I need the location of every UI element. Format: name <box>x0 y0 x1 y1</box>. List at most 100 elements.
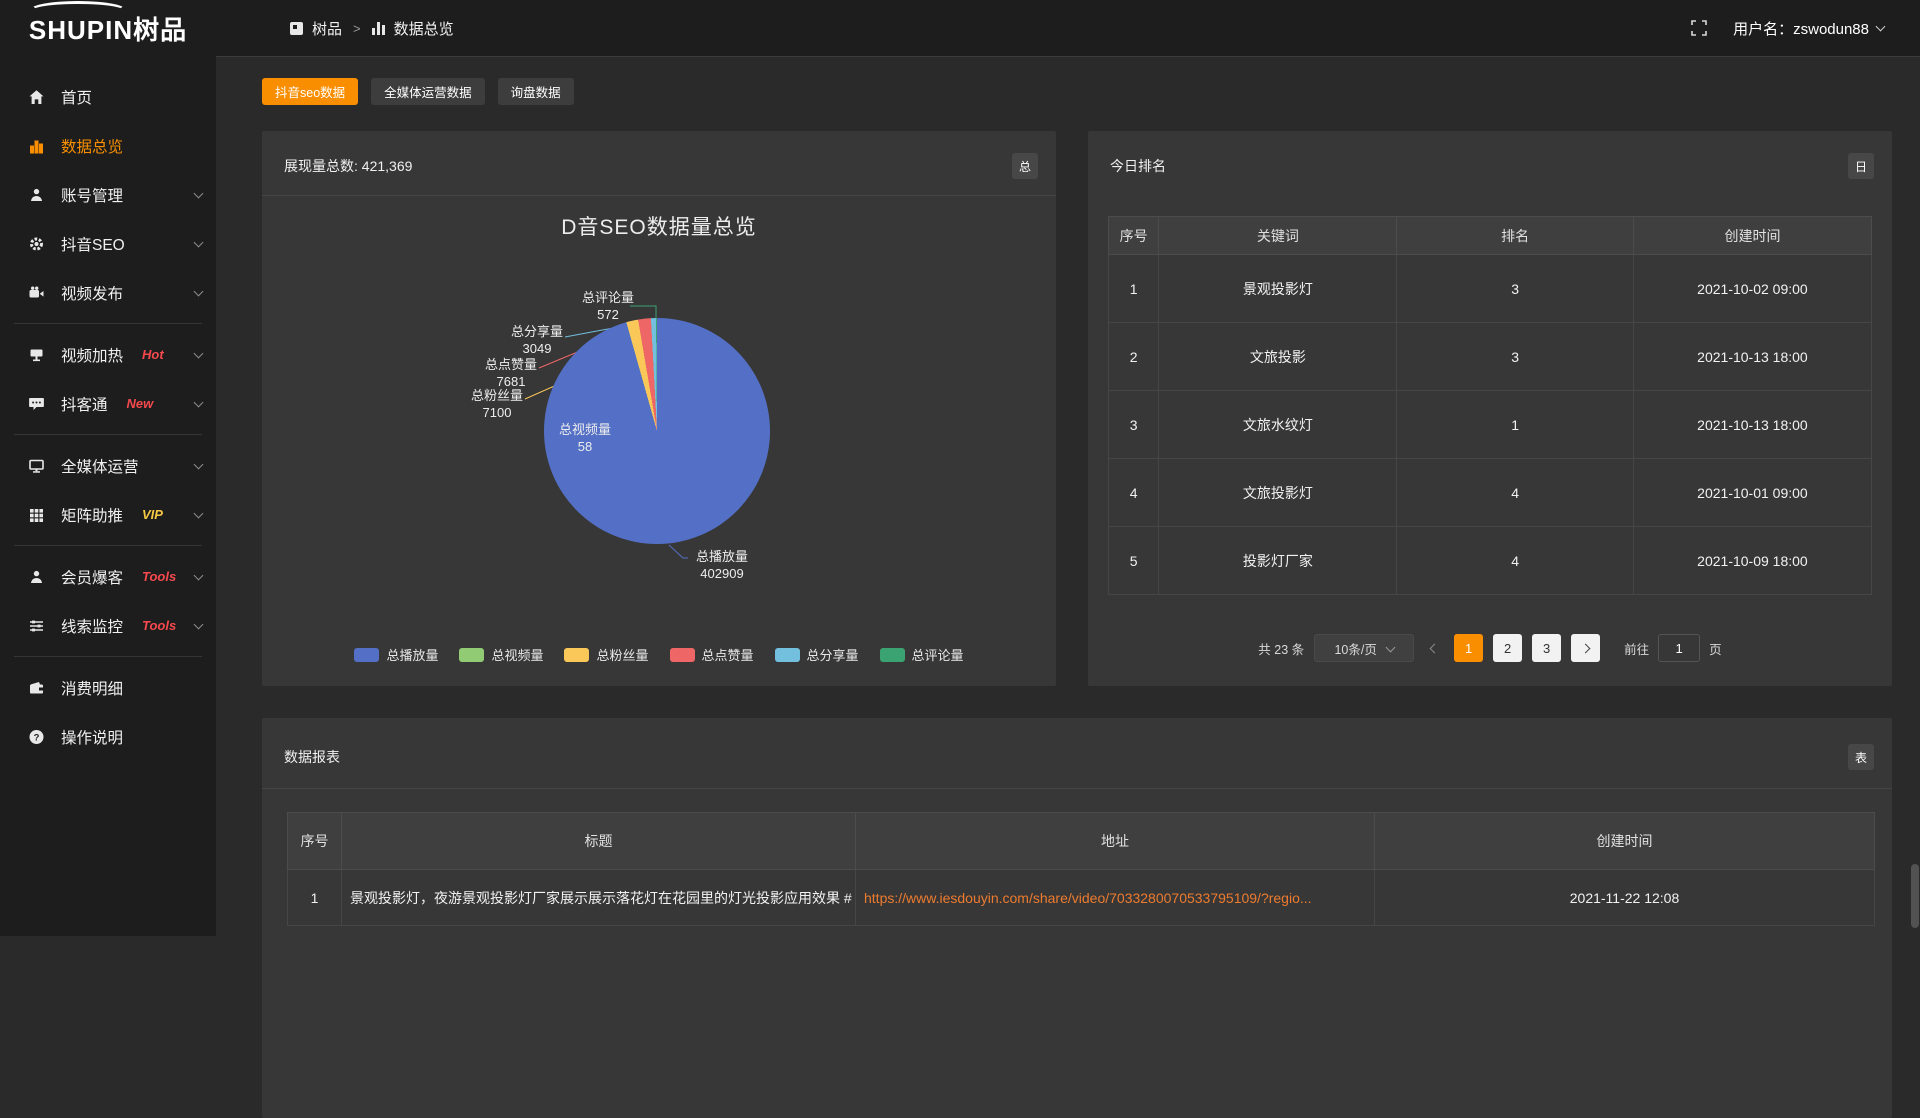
pie-label-comments: 总评论量572 <box>573 289 643 323</box>
goto-page-input[interactable] <box>1658 634 1700 662</box>
vip-badge: VIP <box>142 507 163 522</box>
legend-item-comments[interactable]: 总评论量 <box>880 645 964 664</box>
sidebar-item-label: 视频发布 <box>61 282 123 304</box>
sidebar-item-matrix-boost[interactable]: 矩阵助推 VIP <box>0 490 216 539</box>
report-table: 序号 标题 地址 创建时间 1 景观投影灯，夜游景观投影灯厂家展示展示落花灯在花… <box>287 812 1875 926</box>
sidebar-item-label: 视频加热 <box>61 344 123 366</box>
tools-badge: Tools <box>142 569 176 584</box>
legend-item-shares[interactable]: 总分享量 <box>775 645 859 664</box>
next-page-button[interactable] <box>1571 634 1600 662</box>
user-icon <box>27 568 46 585</box>
sidebar-item-video-heat[interactable]: 视频加热 Hot <box>0 330 216 379</box>
col-rank: 排名 <box>1397 217 1634 255</box>
breadcrumb-separator: > <box>353 21 361 36</box>
divider <box>262 788 1892 789</box>
user-menu[interactable]: 用户名：zswodun88 <box>1733 18 1884 39</box>
sidebar-item-label: 数据总览 <box>61 135 123 157</box>
sidebar-item-lead-monitor[interactable]: 线索监控 Tools <box>0 601 216 650</box>
wallet-icon <box>27 679 46 696</box>
sidebar-item-member-burst[interactable]: 会员爆客 Tools <box>0 552 216 601</box>
chat-bubble-icon <box>27 395 46 412</box>
sidebar-item-label: 会员爆客 <box>61 566 123 588</box>
page-scrollbar[interactable] <box>1910 56 1919 936</box>
tab-douyin-seo-data[interactable]: 抖音seo数据 <box>262 78 358 105</box>
tab-media-operation-data[interactable]: 全媒体运营数据 <box>371 78 485 105</box>
prev-page-button[interactable] <box>1424 645 1444 652</box>
legend-item-plays[interactable]: 总播放量 <box>354 645 438 664</box>
chevron-down-icon <box>1876 21 1886 31</box>
chevron-down-icon <box>194 286 204 296</box>
chevron-down-icon <box>194 459 204 469</box>
impressions-total-label: 展现量总数: 421,369 <box>284 156 412 176</box>
page-size-select[interactable]: 10条/页 <box>1314 634 1414 662</box>
table-header-row: 序号 标题 地址 创建时间 <box>288 813 1875 870</box>
tools-badge: Tools <box>142 618 176 633</box>
report-video-link[interactable]: https://www.iesdouyin.com/share/video/70… <box>864 890 1312 906</box>
hot-badge: Hot <box>142 347 164 362</box>
screen-stand-icon <box>27 346 46 363</box>
table-header-row: 序号 关键词 排名 创建时间 <box>1109 217 1872 255</box>
pie-chart-title: D音SEO数据量总览 <box>262 211 1056 241</box>
col-keyword: 关键词 <box>1159 217 1397 255</box>
chevron-down-icon <box>1385 642 1395 652</box>
seo-overview-panel: 展现量总数: 421,369 总 D音SEO数据量总览 总评论量572 总分享量… <box>262 131 1056 686</box>
sidebar-item-home[interactable]: 首页 <box>0 72 216 121</box>
fullscreen-icon[interactable] <box>1691 20 1707 36</box>
sidebar-item-data-overview[interactable]: 数据总览 <box>0 121 216 170</box>
page-button-3[interactable]: 3 <box>1532 634 1561 662</box>
sidebar-item-account[interactable]: 账号管理 <box>0 170 216 219</box>
legend-item-likes[interactable]: 总点赞量 <box>670 645 754 664</box>
pagination: 共 23 条 10条/页 1 2 3 前往 页 <box>1088 634 1892 662</box>
report-panel-title: 数据报表 <box>284 747 340 767</box>
table-toggle-button[interactable]: 表 <box>1848 744 1874 770</box>
pie-label-plays: 总播放量402909 <box>682 548 762 582</box>
goto-label: 前往 <box>1624 639 1649 658</box>
ranking-table: 序号 关键词 排名 创建时间 1景观投影灯32021-10-02 09:00 2… <box>1108 216 1872 595</box>
total-toggle-button[interactable]: 总 <box>1012 153 1038 179</box>
data-source-tabs: 抖音seo数据 全媒体运营数据 询盘数据 <box>262 78 1892 105</box>
pie-label-fans: 总粉丝量7100 <box>462 387 532 421</box>
divider <box>262 195 1056 196</box>
new-badge: New <box>127 396 154 411</box>
sidebar-item-label: 抖音SEO <box>61 233 125 255</box>
bar-chart-icon <box>372 22 385 35</box>
data-report-panel: 数据报表 表 序号 标题 地址 创建时间 1 景观投影灯，夜游景观投影灯厂家展示… <box>262 718 1892 1118</box>
sidebar-item-media-operation[interactable]: 全媒体运营 <box>0 441 216 490</box>
scrollbar-thumb[interactable] <box>1911 864 1919 928</box>
col-created: 创建时间 <box>1375 813 1875 870</box>
chevron-left-icon <box>1429 643 1439 653</box>
breadcrumb-root[interactable]: 树品 <box>312 18 342 39</box>
sidebar-divider <box>14 434 202 435</box>
table-row: 5投影灯厂家42021-10-09 18:00 <box>1109 527 1872 595</box>
chevron-down-icon <box>194 188 204 198</box>
pie-legend: 总播放量 总视频量 总粉丝量 总点赞量 总分享量 总评论量 <box>262 645 1056 664</box>
ranking-panel-title: 今日排名 <box>1110 156 1166 176</box>
pie-label-videos: 总视频量58 <box>550 421 620 455</box>
main-content: 抖音seo数据 全媒体运营数据 询盘数据 展现量总数: 421,369 总 D音… <box>216 56 1920 936</box>
page-button-2[interactable]: 2 <box>1493 634 1522 662</box>
sidebar-item-douyin-seo[interactable]: 抖音SEO <box>0 219 216 268</box>
svg-text:?: ? <box>34 732 40 743</box>
day-toggle-button[interactable]: 日 <box>1848 153 1874 179</box>
logo-arc <box>28 1 128 21</box>
sidebar-divider <box>14 656 202 657</box>
tab-inquiry-data[interactable]: 询盘数据 <box>498 78 574 105</box>
gear-icon <box>27 235 46 252</box>
sidebar-item-label: 账号管理 <box>61 184 123 206</box>
sidebar-item-doukerton[interactable]: 抖客通 New <box>0 379 216 428</box>
sidebar-item-label: 矩阵助推 <box>61 504 123 526</box>
sidebar-item-label: 首页 <box>61 86 92 108</box>
page-button-1[interactable]: 1 <box>1454 634 1483 662</box>
legend-item-videos[interactable]: 总视频量 <box>459 645 543 664</box>
sidebar-item-video-publish[interactable]: 视频发布 <box>0 268 216 317</box>
username-label: 用户名：zswodun88 <box>1733 18 1869 39</box>
sidebar-item-label: 操作说明 <box>61 726 123 748</box>
sidebar-item-consumption[interactable]: 消费明细 <box>0 663 216 712</box>
col-url: 地址 <box>856 813 1375 870</box>
sidebar-item-help[interactable]: ? 操作说明 <box>0 712 216 761</box>
app-logo[interactable]: SHUPIN树品 <box>0 0 216 56</box>
legend-item-fans[interactable]: 总粉丝量 <box>564 645 648 664</box>
chevron-down-icon <box>194 348 204 358</box>
breadcrumb-current[interactable]: 数据总览 <box>394 18 454 39</box>
col-created: 创建时间 <box>1633 217 1871 255</box>
